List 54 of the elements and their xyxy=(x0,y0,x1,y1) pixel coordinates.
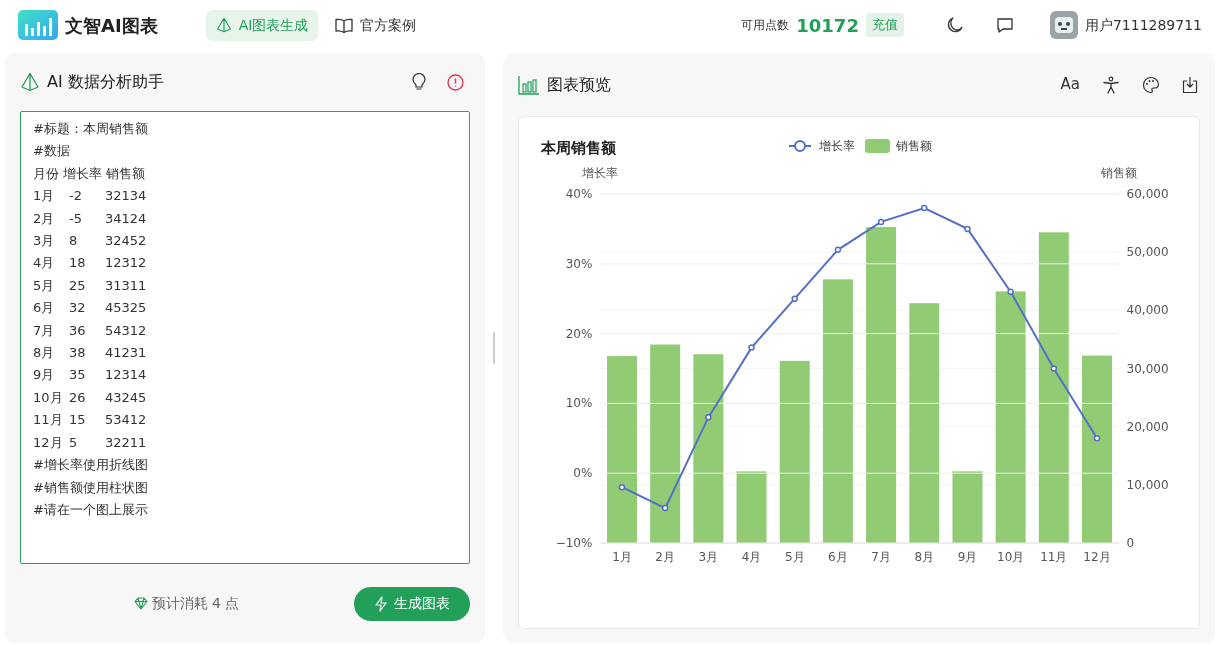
axis-tick-label: 10月 xyxy=(997,550,1025,564)
prompt-line: 7月 36 54312 xyxy=(33,321,147,340)
axis-title: 增长率 xyxy=(582,166,618,180)
axis-tick-label: 5月 xyxy=(784,550,805,564)
axis-tick-label: 30,000 xyxy=(1126,361,1169,376)
prompt-line: 10月 26 43245 xyxy=(33,388,147,407)
legend-label: 销售额 xyxy=(896,139,932,153)
prompt-line: 月份 增长率 销售额 xyxy=(33,164,146,183)
axis-tick-label: 2月 xyxy=(655,550,675,564)
panel-title: 图表预览 xyxy=(547,73,611,96)
axis-title: 销售额 xyxy=(1101,166,1137,180)
prompt-line: #销售额使用柱状图 xyxy=(33,478,148,497)
panel-title: AI 数据分析助手 xyxy=(47,71,164,93)
axis-tick-label: 6月 xyxy=(828,550,848,564)
prompt-line: 3月 8 32452 xyxy=(33,232,147,251)
axis-tick-label: 30% xyxy=(565,256,593,271)
legend-label: 增长率 xyxy=(819,139,855,153)
axis-tick-label: 9月 xyxy=(957,550,978,564)
axis-tick-label: 8月 xyxy=(914,550,935,564)
prompt-line: 9月 35 12314 xyxy=(33,366,147,385)
axis-tick-label: 60,000 xyxy=(1126,187,1169,201)
prompt-line: #标题：本周销售额 xyxy=(33,120,148,138)
axis-tick-label: 10% xyxy=(565,396,593,411)
prompt-line: #数据 xyxy=(33,142,70,161)
axis-tick-label: 20,000 xyxy=(1126,419,1169,434)
axis-tick-label: 11月 xyxy=(1040,550,1068,564)
axis-tick-label: 40% xyxy=(565,187,593,201)
app-title: 文智AI图表 xyxy=(65,13,158,38)
axis-tick-label: 4月 xyxy=(741,550,762,564)
axis-tick-label: 1月 xyxy=(612,550,632,564)
axis-tick-label: 50,000 xyxy=(1126,245,1169,260)
axis-tick-label: 0% xyxy=(573,466,593,481)
prompt-line: 1月 -2 32134 xyxy=(33,187,147,206)
prompt-line: 12月 5 32211 xyxy=(33,433,147,452)
cost-estimate: 预计消耗 4 点 xyxy=(151,594,240,613)
axis-tick-label: 3月 xyxy=(698,550,719,564)
axis-tick-label: 40,000 xyxy=(1126,303,1169,318)
prompt-line: 11月 15 53412 xyxy=(33,411,147,430)
axis-tick-label: 0 xyxy=(1126,536,1135,550)
prompt-line: 5月 25 31311 xyxy=(33,276,147,295)
prompt-line: 2月 -5 34124 xyxy=(33,209,147,228)
axis-tick-label: −10% xyxy=(555,536,593,550)
axis-tick-label: 12月 xyxy=(1083,550,1111,564)
prompt-line: #增长率使用折线图 xyxy=(33,456,148,475)
chart-title: 本周销售额 xyxy=(541,139,616,157)
prompt-line: 4月 18 12312 xyxy=(33,254,147,273)
axis-tick-label: 20% xyxy=(565,326,593,341)
points-value: 10172 xyxy=(796,13,859,38)
prompt-line: 6月 32 45325 xyxy=(33,299,147,318)
prompt-line: #请在一个图上展示 xyxy=(33,500,148,519)
points-label: 可用点数 xyxy=(741,17,790,34)
axis-tick-label: 10,000 xyxy=(1126,477,1169,492)
axis-tick-label: 7月 xyxy=(871,550,891,564)
prompt-line: 8月 38 41231 xyxy=(33,344,147,363)
